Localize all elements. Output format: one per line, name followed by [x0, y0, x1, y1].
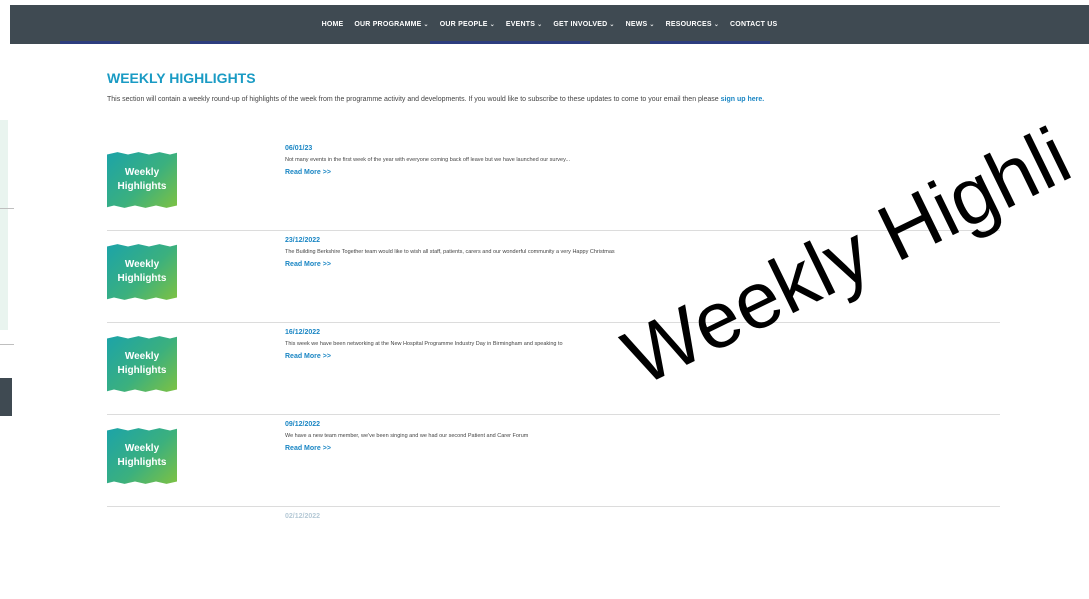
post-excerpt: Not many events in the first week of the… — [285, 157, 571, 163]
nav-item-contact-us[interactable]: CONTACT US — [730, 21, 777, 28]
nav-item-label: HOME — [321, 21, 344, 28]
nav-item-home[interactable]: HOME — [322, 21, 344, 28]
chevron-down-icon: ⌄ — [489, 22, 495, 28]
nav-item-label: GET INVOLVED — [553, 21, 608, 28]
list-item: 02/12/2022 — [107, 507, 1000, 599]
chevron-down-icon: ⌄ — [649, 22, 655, 28]
thumbnail-text-line1: Weekly — [124, 259, 160, 270]
nav-item-label: RESOURCES — [665, 21, 712, 28]
read-more-link[interactable]: Read More >> — [285, 353, 331, 360]
nav-item-label: NEWS — [625, 21, 648, 28]
post-date: 06/01/23 — [285, 145, 313, 152]
thumbnail-text-line2: Highlights — [117, 181, 167, 192]
nav-item-get-involved[interactable]: GET INVOLVED ⌄ — [553, 21, 614, 28]
nav-item-resources[interactable]: RESOURCES ⌄ — [666, 21, 719, 28]
read-more-link[interactable]: Read More >> — [285, 169, 331, 176]
intro-body: This section will contain a weekly round… — [107, 96, 721, 103]
chevron-down-icon: ⌄ — [537, 22, 543, 28]
page-title: WEEKLY HIGHLIGHTS — [107, 70, 256, 86]
read-more-link[interactable]: Read More >> — [285, 261, 331, 268]
nav-item-label: CONTACT US — [730, 21, 778, 28]
post-date: 02/12/2022 — [285, 513, 321, 520]
chevron-down-icon: ⌄ — [713, 22, 720, 28]
nav-item-news[interactable]: NEWS ⌄ — [626, 21, 655, 28]
post-date: 23/12/2022 — [285, 237, 321, 244]
thumbnail-text-line1: Weekly — [124, 167, 160, 178]
nav-item-events[interactable]: EVENTS ⌄ — [506, 21, 542, 28]
thumbnail-text-line1: Weekly — [124, 443, 160, 454]
left-edge-block — [0, 378, 12, 416]
left-edge-tint — [0, 120, 8, 330]
nav-item-label: EVENTS — [505, 21, 536, 28]
nav-menu: HOME OUR PROGRAMME ⌄ OUR PEOPLE ⌄ EVENTS ⌄ … — [10, 5, 1089, 44]
thumbnail-text-line1: Weekly — [124, 351, 160, 362]
intro-text: This section will contain a weekly round… — [107, 96, 1007, 103]
nav-item-label: OUR PEOPLE — [439, 21, 488, 28]
top-navigation-bar: HOME OUR PROGRAMME ⌄ OUR PEOPLE ⌄ EVENTS ⌄ … — [10, 5, 1089, 44]
post-excerpt: We have a new team member, we've been si… — [285, 433, 529, 439]
chevron-down-icon: ⌄ — [609, 22, 615, 28]
nav-item-our-people[interactable]: OUR PEOPLE ⌄ — [440, 21, 495, 28]
list-item: Weekly Highlights 09/12/2022 We have a ne… — [107, 415, 1000, 507]
weekly-highlights-thumbnail[interactable]: Weekly Highlights — [107, 428, 177, 484]
post-date: 16/12/2022 — [285, 329, 321, 336]
thumbnail-text-line2: Highlights — [117, 365, 167, 376]
nav-item-our-programme[interactable]: OUR PROGRAMME ⌄ — [354, 21, 428, 28]
sign-up-link[interactable]: sign up here. — [721, 96, 765, 103]
weekly-highlights-thumbnail[interactable]: Weekly Highlights — [107, 152, 177, 208]
left-edge-divider — [0, 208, 14, 209]
chevron-down-icon: ⌄ — [423, 22, 429, 28]
list-item: Weekly Highlights 16/12/2022 This week we… — [107, 323, 1000, 415]
weekly-highlights-thumbnail[interactable]: Weekly Highlights — [107, 244, 177, 300]
post-date: 09/12/2022 — [285, 421, 321, 428]
weekly-highlights-thumbnail[interactable]: Weekly Highlights — [107, 336, 177, 392]
thumbnail-text-line2: Highlights — [117, 273, 167, 284]
read-more-link[interactable]: Read More >> — [285, 445, 331, 452]
left-edge-divider — [0, 344, 14, 345]
thumbnail-text-line2: Highlights — [117, 457, 167, 468]
post-excerpt: This week we have been networking at the… — [285, 341, 563, 347]
nav-item-label: OUR PROGRAMME — [354, 21, 422, 28]
